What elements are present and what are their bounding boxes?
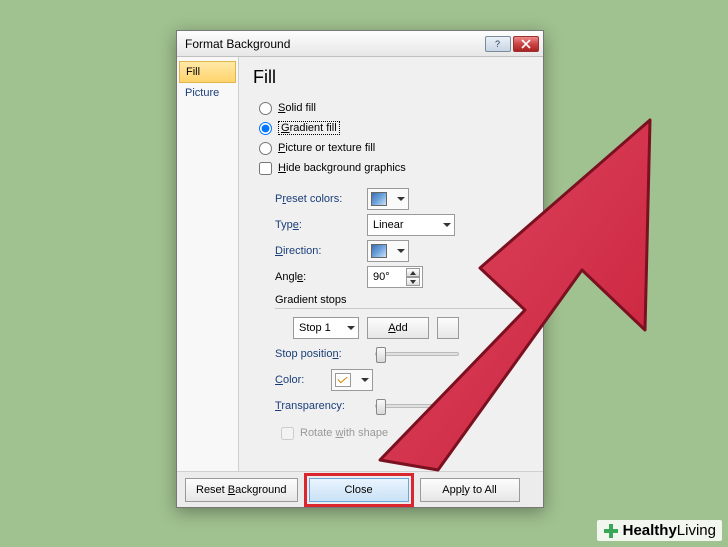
row-stop-position: Stop position: (275, 341, 529, 367)
close-button[interactable]: Close (309, 478, 409, 502)
row-color: Color: (275, 367, 529, 393)
transparency-slider[interactable] (375, 404, 459, 408)
transparency-label: Transparency: (275, 400, 375, 412)
direction-dropdown[interactable] (367, 240, 409, 262)
stop-position-slider[interactable] (375, 352, 459, 356)
apply-to-all-button[interactable]: Apply to All (420, 478, 520, 502)
panel-heading: Fill (253, 67, 529, 88)
type-value: Linear (373, 219, 404, 231)
sidebar-item-fill[interactable]: Fill (179, 61, 236, 83)
dialog-title: Format Background (185, 37, 485, 51)
label-hide-bg: Hide background graphics (278, 162, 406, 174)
radio-picture[interactable] (259, 142, 272, 155)
slider-thumb[interactable] (376, 347, 386, 363)
gradient-stops-group: Stop 1 Add Stop position: Color: (275, 308, 529, 419)
option-solid-fill[interactable]: Solid fill (259, 98, 529, 118)
checkbox-hide-bg[interactable] (259, 162, 272, 175)
titlebar[interactable]: Format Background ? (177, 31, 543, 57)
spin-up-button[interactable] (406, 268, 420, 277)
color-dropdown[interactable] (331, 369, 373, 391)
angle-spinner[interactable]: 90° (367, 266, 423, 288)
remove-stop-button[interactable] (437, 317, 459, 339)
stop-dropdown[interactable]: Stop 1 (293, 317, 359, 339)
gradient-settings: Preset colors: Type: Linear Direction: (275, 186, 529, 443)
option-hide-bg[interactable]: Hide background graphics (259, 158, 529, 178)
category-sidebar: Fill Picture (177, 57, 239, 471)
format-background-dialog: Format Background ? Fill Picture Fill So… (176, 30, 544, 508)
label-picture: Picture or texture fill (278, 142, 375, 154)
gradient-stops-label: Gradient stops (275, 294, 529, 306)
color-label: Color: (275, 374, 331, 386)
option-picture-fill[interactable]: Picture or texture fill (259, 138, 529, 158)
watermark-text: HealthyLiving (623, 522, 716, 539)
radio-solid[interactable] (259, 102, 272, 115)
window-buttons: ? (485, 36, 539, 52)
chevron-down-icon (347, 324, 355, 332)
checkbox-rotate (281, 427, 294, 440)
row-angle: Angle: 90° (275, 264, 529, 290)
label-gradient: Gradient fill (278, 121, 340, 135)
chevron-down-icon (397, 247, 405, 255)
angle-value: 90° (373, 271, 406, 283)
close-highlight: Close (304, 473, 414, 507)
help-icon: ? (493, 39, 503, 49)
stop-value: Stop 1 (299, 322, 331, 334)
option-gradient-fill[interactable]: Gradient fill (259, 118, 529, 138)
option-rotate-with-shape: Rotate with shape (281, 423, 529, 443)
reset-background-button[interactable]: Reset Background (185, 478, 298, 502)
plus-icon (603, 523, 619, 539)
sidebar-item-picture[interactable]: Picture (179, 83, 236, 103)
spin-down-button[interactable] (406, 277, 420, 286)
preset-colors-label: Preset colors: (275, 193, 367, 205)
dialog-footer: Reset Background Close Apply to All (177, 471, 543, 507)
radio-gradient[interactable] (259, 122, 272, 135)
label-rotate: Rotate with shape (300, 427, 388, 439)
angle-label: Angle: (275, 271, 367, 283)
window-close-button[interactable] (513, 36, 539, 52)
help-button[interactable]: ? (485, 36, 511, 52)
close-icon (521, 39, 531, 49)
spinner-buttons (406, 268, 420, 286)
main-panel: Fill Solid fill Gradient fill Picture or… (239, 57, 543, 471)
type-label: Type: (275, 219, 367, 231)
svg-text:?: ? (495, 39, 500, 49)
chevron-down-icon (410, 280, 416, 284)
chevron-down-icon (443, 221, 451, 229)
row-preset-colors: Preset colors: (275, 186, 529, 212)
watermark: HealthyLiving (597, 520, 722, 541)
type-dropdown[interactable]: Linear (367, 214, 455, 236)
row-stops: Stop 1 Add (275, 315, 529, 341)
chevron-up-icon (410, 271, 416, 275)
direction-swatch-icon (371, 244, 387, 258)
preset-colors-dropdown[interactable] (367, 188, 409, 210)
row-type: Type: Linear (275, 212, 529, 238)
slider-thumb[interactable] (376, 399, 386, 415)
direction-label: Direction: (275, 245, 367, 257)
stop-position-label: Stop position: (275, 348, 375, 360)
chevron-down-icon (397, 195, 405, 203)
add-stop-button[interactable]: Add (367, 317, 429, 339)
color-swatch-icon (335, 373, 351, 387)
row-transparency: Transparency: (275, 393, 529, 419)
label-solid: Solid fill (278, 102, 316, 114)
dialog-body: Fill Picture Fill Solid fill Gradient fi… (177, 57, 543, 471)
preset-swatch-icon (371, 192, 387, 206)
chevron-down-icon (361, 376, 369, 384)
row-direction: Direction: (275, 238, 529, 264)
